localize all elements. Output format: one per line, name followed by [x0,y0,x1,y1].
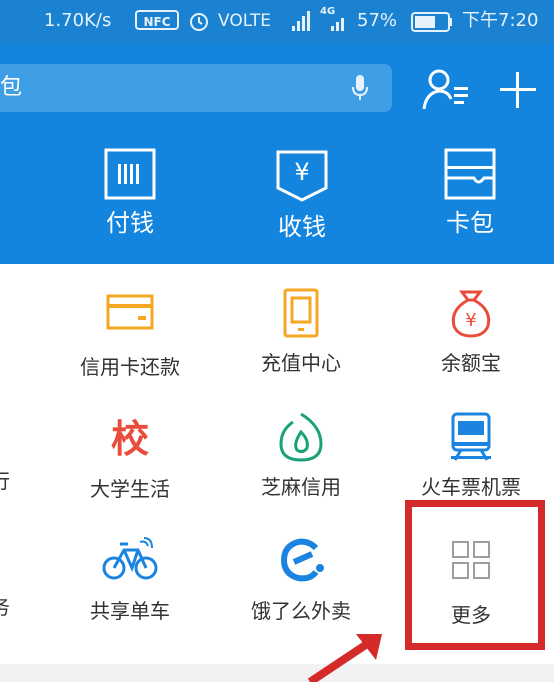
microphone-icon[interactable] [350,73,370,103]
phone-recharge-icon [283,288,319,338]
battery-percent: 57% [357,10,398,31]
header: 包 付钱 ¥ 收钱 卡包 [0,44,554,264]
train-ticket-label: 火车票机票 [421,475,521,499]
receive-button[interactable]: ¥ 收钱 [242,148,362,258]
signal-4g-icon [331,18,344,31]
bike-sharing-label: 共享单车 [90,599,170,623]
alarm-icon [190,13,208,31]
school-icon: 校 [110,417,149,461]
money-bag-icon: ¥ [451,290,491,338]
plus-icon[interactable] [498,70,538,110]
clock: 下午7:20 [462,10,539,31]
yuan-receive-icon: ¥ [276,150,328,202]
eleme-icon [280,538,324,582]
receive-label: 收钱 [278,213,326,241]
nfc-badge: NFC [135,10,179,30]
pay-label: 付钱 [106,209,154,237]
bike-sharing-item[interactable]: 共享单车 [55,536,205,624]
status-bar: 1.70K/s NFC VOLTE 4G 57% 下午7:20 [0,0,554,44]
search-bar[interactable]: 包 [0,64,392,112]
card-wallet-icon [444,148,496,200]
highlight-box [405,500,545,650]
card-wallet-label: 卡包 [446,209,494,237]
credit-card-icon [106,294,154,330]
train-icon [451,412,491,461]
bicycle-icon [102,537,158,580]
recharge-center-item[interactable]: 充值中心 [226,288,376,376]
recharge-center-label: 充值中心 [261,351,341,375]
battery-icon [411,12,452,32]
contacts-icon[interactable] [422,67,472,111]
sesame-credit-label: 芝麻信用 [261,475,341,499]
credit-card-repay-label: 信用卡还款 [80,355,180,379]
svg-text:¥: ¥ [465,310,476,331]
card-wallet-button[interactable]: 卡包 [410,148,530,258]
svg-text:¥: ¥ [294,158,309,186]
barcode-icon [104,148,156,200]
train-ticket-item[interactable]: 火车票机票 [396,412,546,500]
credit-card-repay-item[interactable]: 信用卡还款 [55,292,205,380]
volte-label: VOLTE [218,11,271,31]
annotation-arrow [307,634,382,682]
eleme-item[interactable]: 饿了么外卖 [226,536,376,624]
signal-icon [292,11,310,31]
search-text: 包 [0,75,23,100]
sesame-credit-item[interactable]: 芝麻信用 [226,412,376,500]
network-speed: 1.70K/s [44,10,112,31]
pay-button[interactable]: 付钱 [70,148,190,258]
partial-item-label-2: 务 [0,594,10,620]
partial-item-label: 行 [0,468,10,494]
eleme-label: 饿了么外卖 [251,599,351,623]
college-life-item[interactable]: 校 大学生活 [55,414,205,502]
college-life-label: 大学生活 [90,477,170,501]
yuebao-label: 余额宝 [441,351,501,375]
bottom-divider [0,664,554,682]
sesame-credit-icon [279,412,323,462]
yuebao-item[interactable]: ¥ 余额宝 [396,288,546,376]
